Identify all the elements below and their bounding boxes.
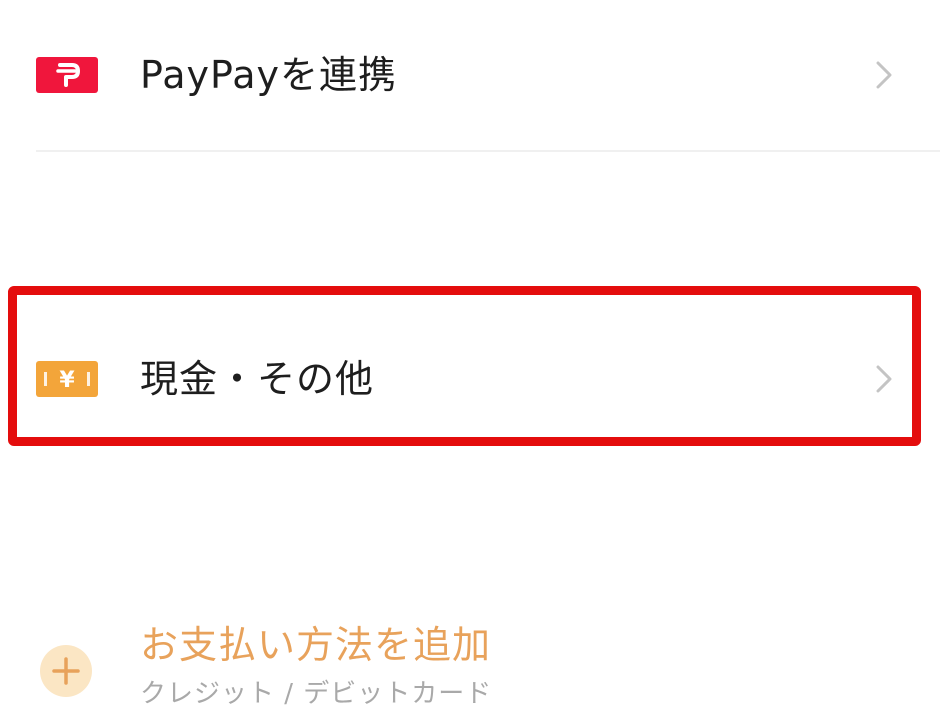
plus-icon bbox=[40, 645, 92, 697]
payment-method-paypay[interactable]: PayPayを連携 bbox=[0, 0, 940, 150]
payment-method-list: PayPayを連携 ¥ 現金・その他 お支払い方法を追加 クレジット / デビッ… bbox=[0, 0, 940, 709]
payment-method-cash[interactable]: ¥ 現金・その他 bbox=[0, 150, 940, 401]
chevron-right-icon bbox=[874, 57, 896, 93]
highlight-annotation-box bbox=[8, 286, 921, 446]
add-payment-method-title: お支払い方法を追加 bbox=[140, 623, 492, 667]
paypay-icon bbox=[36, 57, 98, 93]
add-payment-method-subtitle: クレジット / デビットカード bbox=[140, 679, 493, 709]
paypay-label: PayPayを連携 bbox=[140, 53, 397, 97]
